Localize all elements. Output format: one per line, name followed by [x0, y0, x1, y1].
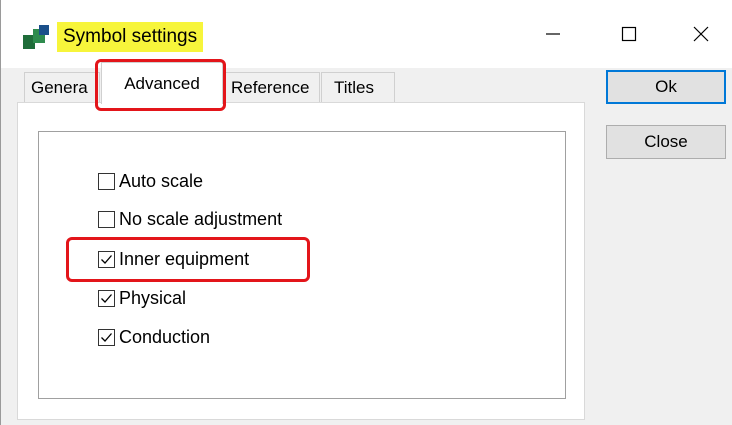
checkmark-icon	[101, 332, 112, 342]
app-icon	[23, 23, 51, 51]
ok-button[interactable]: Ok	[606, 70, 726, 104]
maximize-icon	[621, 26, 637, 42]
checkmark-icon	[101, 293, 112, 303]
minimize-icon	[546, 33, 560, 35]
no-scale-adjustment-label: No scale adjustment	[119, 208, 283, 229]
inner-equipment-label: Inner equipment	[119, 248, 250, 269]
minimize-button[interactable]	[529, 12, 577, 56]
tab-reference[interactable]: Reference	[224, 72, 320, 102]
inner-equipment-checkbox[interactable]	[98, 250, 115, 268]
physical-checkbox[interactable]	[98, 289, 115, 307]
auto-scale-label: Auto scale	[119, 170, 204, 191]
option-conduction[interactable]: Conduction	[98, 325, 210, 349]
tab-titles-label: Titles	[334, 77, 374, 97]
close-window-button[interactable]	[677, 12, 725, 56]
checkmark-icon	[101, 254, 112, 264]
close-icon	[693, 26, 709, 42]
tab-advanced[interactable]: Advanced	[101, 62, 223, 104]
option-no-scale-adjustment[interactable]: No scale adjustment	[98, 207, 282, 231]
window-title: Symbol settings	[63, 26, 198, 47]
advanced-tab-panel: Auto scale No scale adjustment Inner equ…	[17, 102, 585, 420]
tab-general-label: Genera	[31, 77, 88, 97]
ok-button-label: Ok	[655, 77, 677, 96]
tab-reference-label: Reference	[231, 77, 310, 97]
no-scale-adjustment-checkbox[interactable]	[98, 210, 115, 228]
auto-scale-checkbox[interactable]	[98, 172, 115, 190]
title-bar[interactable]: Symbol settings	[1, 0, 732, 68]
tab-advanced-label: Advanced	[124, 73, 200, 93]
tab-titles[interactable]: Titles	[321, 72, 395, 102]
physical-label: Physical	[119, 287, 187, 308]
option-inner-equipment[interactable]: Inner equipment	[98, 247, 249, 271]
conduction-label: Conduction	[119, 326, 211, 347]
close-button-label: Close	[644, 132, 688, 151]
symbol-settings-dialog: Symbol settings Genera Reference Titles	[0, 0, 732, 425]
title-highlight: Symbol settings	[57, 22, 204, 52]
close-button[interactable]: Close	[606, 125, 726, 159]
option-auto-scale[interactable]: Auto scale	[98, 169, 203, 193]
maximize-button[interactable]	[605, 12, 653, 56]
tab-general[interactable]: Genera	[24, 72, 100, 102]
conduction-checkbox[interactable]	[98, 328, 115, 346]
option-physical[interactable]: Physical	[98, 286, 186, 310]
